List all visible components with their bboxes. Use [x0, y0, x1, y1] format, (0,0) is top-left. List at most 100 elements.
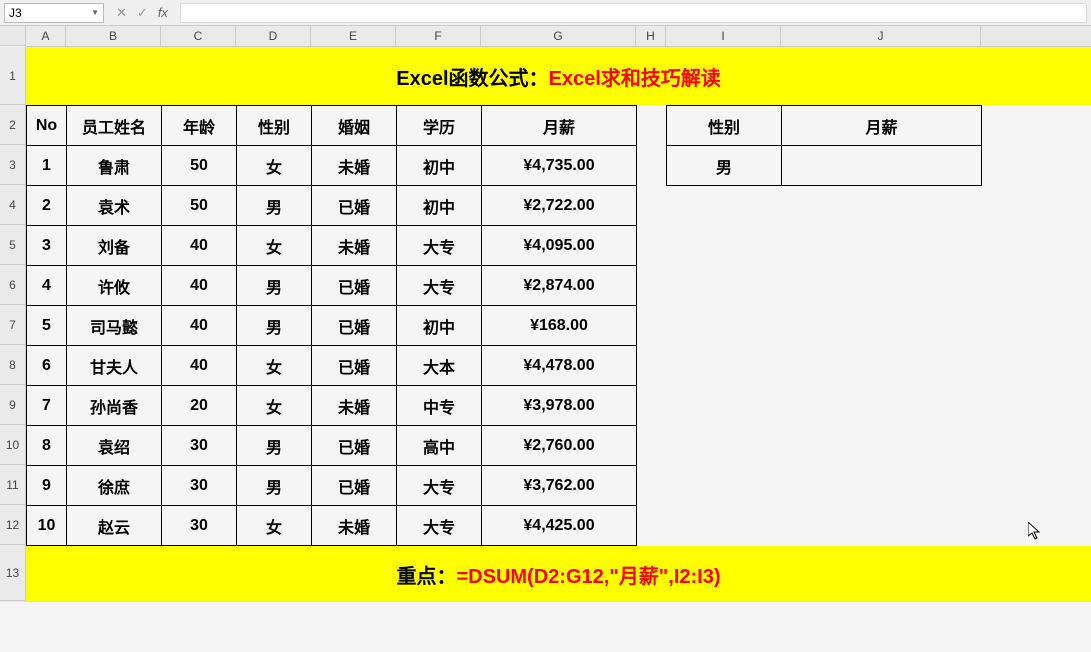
- cell-no[interactable]: 7: [27, 386, 67, 426]
- cell-name[interactable]: 甘夫人: [67, 346, 162, 386]
- empty-j[interactable]: [782, 266, 982, 306]
- select-all-corner[interactable]: [0, 26, 26, 46]
- name-box-dropdown-icon[interactable]: ▼: [91, 8, 99, 17]
- cell-mar[interactable]: 已婚: [312, 426, 397, 466]
- cell-no[interactable]: 1: [27, 146, 67, 186]
- empty-j[interactable]: [782, 346, 982, 386]
- cell-edu[interactable]: 大专: [397, 266, 482, 306]
- cell-sal[interactable]: ¥2,874.00: [482, 266, 637, 306]
- cell-edu[interactable]: 中专: [397, 386, 482, 426]
- spacer[interactable]: [637, 266, 667, 306]
- header-sex[interactable]: 性别: [237, 106, 312, 146]
- spacer[interactable]: [637, 186, 667, 226]
- empty-j[interactable]: [782, 226, 982, 266]
- row-header-5[interactable]: 5: [0, 225, 25, 265]
- row-header-3[interactable]: 3: [0, 145, 25, 185]
- spacer[interactable]: [637, 386, 667, 426]
- cell-name[interactable]: 许攸: [67, 266, 162, 306]
- cell-edu[interactable]: 初中: [397, 186, 482, 226]
- side-header-sal[interactable]: 月薪: [782, 106, 982, 146]
- row-header-9[interactable]: 9: [0, 385, 25, 425]
- empty-i[interactable]: [667, 386, 782, 426]
- col-header-C[interactable]: C: [161, 26, 236, 46]
- cell-sex[interactable]: 女: [237, 346, 312, 386]
- fx-icon[interactable]: fx: [158, 5, 168, 21]
- cell-sex[interactable]: 女: [237, 506, 312, 546]
- cell-sal[interactable]: ¥3,978.00: [482, 386, 637, 426]
- cell-sex[interactable]: 男: [237, 266, 312, 306]
- col-header-E[interactable]: E: [311, 26, 396, 46]
- cell-sex[interactable]: 女: [237, 146, 312, 186]
- spacer[interactable]: [637, 306, 667, 346]
- cell-edu[interactable]: 高中: [397, 426, 482, 466]
- header-no[interactable]: No: [27, 106, 67, 146]
- cell-sex[interactable]: 男: [237, 186, 312, 226]
- cell-name[interactable]: 刘备: [67, 226, 162, 266]
- cell-no[interactable]: 3: [27, 226, 67, 266]
- cell-name[interactable]: 袁术: [67, 186, 162, 226]
- cell-no[interactable]: 8: [27, 426, 67, 466]
- cell-sal[interactable]: ¥3,762.00: [482, 466, 637, 506]
- cell-age[interactable]: 30: [162, 426, 237, 466]
- spacer[interactable]: [637, 506, 667, 546]
- cell-no[interactable]: 4: [27, 266, 67, 306]
- empty-i[interactable]: [667, 506, 782, 546]
- cell-sex[interactable]: 男: [237, 306, 312, 346]
- cell-sex[interactable]: 男: [237, 426, 312, 466]
- empty-j[interactable]: [782, 386, 982, 426]
- cell-sal[interactable]: ¥4,095.00: [482, 226, 637, 266]
- enter-icon[interactable]: ✓: [137, 5, 148, 21]
- cell-sex[interactable]: 女: [237, 386, 312, 426]
- side-value-sal[interactable]: [782, 146, 982, 186]
- cell-name[interactable]: 袁绍: [67, 426, 162, 466]
- row-header-6[interactable]: 6: [0, 265, 25, 305]
- header-age[interactable]: 年龄: [162, 106, 237, 146]
- cell-mar[interactable]: 已婚: [312, 266, 397, 306]
- cell-mar[interactable]: 已婚: [312, 306, 397, 346]
- header-mar[interactable]: 婚姻: [312, 106, 397, 146]
- row-header-7[interactable]: 7: [0, 305, 25, 345]
- cell-no[interactable]: 2: [27, 186, 67, 226]
- spacer[interactable]: [637, 346, 667, 386]
- empty-j[interactable]: [782, 186, 982, 226]
- spacer[interactable]: [637, 466, 667, 506]
- cell-sal[interactable]: ¥168.00: [482, 306, 637, 346]
- empty-i[interactable]: [667, 426, 782, 466]
- col-header-G[interactable]: G: [481, 26, 636, 46]
- cell-sal[interactable]: ¥2,722.00: [482, 186, 637, 226]
- cell-sal[interactable]: ¥2,760.00: [482, 426, 637, 466]
- cell-name[interactable]: 赵云: [67, 506, 162, 546]
- header-name[interactable]: 员工姓名: [67, 106, 162, 146]
- cell-name[interactable]: 司马懿: [67, 306, 162, 346]
- col-header-J[interactable]: J: [781, 26, 981, 46]
- cell-edu[interactable]: 初中: [397, 306, 482, 346]
- cell-edu[interactable]: 大本: [397, 346, 482, 386]
- col-header-I[interactable]: I: [666, 26, 781, 46]
- cell-mar[interactable]: 未婚: [312, 146, 397, 186]
- cell-age[interactable]: 40: [162, 226, 237, 266]
- cell-sal[interactable]: ¥4,478.00: [482, 346, 637, 386]
- cell-name[interactable]: 鲁肃: [67, 146, 162, 186]
- empty-j[interactable]: [782, 306, 982, 346]
- side-value-sex[interactable]: 男: [667, 146, 782, 186]
- row-header-11[interactable]: 11: [0, 465, 25, 505]
- cell-age[interactable]: 40: [162, 266, 237, 306]
- empty-j[interactable]: [782, 426, 982, 466]
- cell-no[interactable]: 10: [27, 506, 67, 546]
- header-sal[interactable]: 月薪: [482, 106, 637, 146]
- cells-area[interactable]: Excel函数公式： Excel求和技巧解读 No员工姓名年龄性别婚姻学历月薪性…: [26, 47, 1091, 602]
- empty-i[interactable]: [667, 186, 782, 226]
- cell-sal[interactable]: ¥4,735.00: [482, 146, 637, 186]
- col-header-A[interactable]: A: [26, 26, 66, 46]
- cell-age[interactable]: 30: [162, 466, 237, 506]
- empty-j[interactable]: [782, 466, 982, 506]
- spacer-h[interactable]: [637, 106, 667, 146]
- spacer[interactable]: [637, 226, 667, 266]
- col-header-B[interactable]: B: [66, 26, 161, 46]
- cell-mar[interactable]: 未婚: [312, 386, 397, 426]
- cell-no[interactable]: 6: [27, 346, 67, 386]
- empty-i[interactable]: [667, 346, 782, 386]
- cell-no[interactable]: 9: [27, 466, 67, 506]
- empty-i[interactable]: [667, 266, 782, 306]
- cell-age[interactable]: 50: [162, 186, 237, 226]
